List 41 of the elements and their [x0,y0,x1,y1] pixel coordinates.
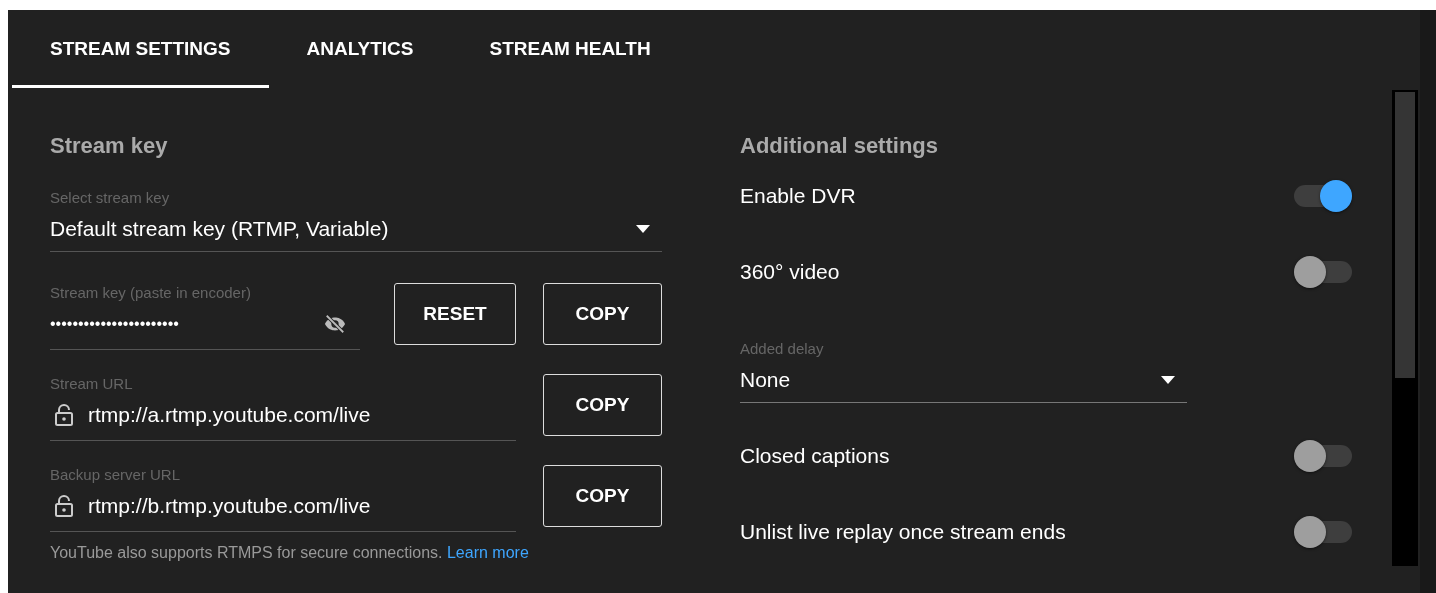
toggle-switch[interactable] [1294,516,1352,549]
dropdown[interactable]: Added delay None [740,339,1187,403]
setting-label: 360° video [740,259,840,284]
field-label: Backup server URL [50,466,181,484]
copy-button[interactable]: COPY [543,374,662,436]
setting-label: Enable DVR [740,183,856,208]
dropdown-label: Select stream key [50,189,170,207]
copy-button[interactable]: COPY [543,283,662,345]
text-field[interactable]: Stream URL rtmp://a.rtmp.youtube.com/live [50,374,516,441]
lock-icon [54,495,74,517]
section-heading: Additional settings [740,134,939,158]
tab[interactable]: ANALYTICS [268,10,452,88]
scrollbar[interactable] [1392,90,1418,566]
toggle-switch[interactable] [1294,440,1352,473]
text-field[interactable]: Backup server URL rtmp://b.rtmp.youtube.com/live [50,465,516,532]
field-label: Stream key (paste in encoder) [50,284,251,302]
learn-more-link[interactable]: Learn more [446,544,529,561]
field-label: Stream URL [50,375,133,393]
copy-button[interactable]: COPY [543,465,662,527]
caret-icon [636,225,650,233]
reset-button[interactable]: RESET [394,283,516,345]
lock-icon [54,404,74,426]
section-heading: Stream key [50,134,169,158]
help-text: YouTube also supports RTMPS for secure connections. Learn more [50,544,530,562]
eye-slash-icon [324,313,346,335]
caret-icon [1161,375,1175,384]
field-value: rtmp://a.rtmp.youtube.com/live [88,403,371,427]
dropdown-label: Added delay [740,339,824,358]
scrollbar-thumb[interactable] [1395,92,1415,378]
toggle-switch[interactable] [1294,179,1352,212]
tab[interactable]: STREAM SETTINGS [12,10,269,88]
toggle-switch[interactable] [1294,255,1352,288]
text-field[interactable]: Stream key (paste in encoder) ••••••••••••••••••••••• [50,283,360,350]
setting-label: Closed captions [740,444,890,469]
setting-label: Unlist live replay once stream ends [740,520,1066,545]
field-value: rtmp://b.rtmp.youtube.com/live [88,494,371,518]
field-value: ••••••••••••••••••••••• [50,315,180,333]
tab[interactable]: STREAM HEALTH [451,10,689,88]
dropdown[interactable]: Select stream key Default stream key (RTMP, Variable) [50,189,662,252]
dropdown-value: Default stream key (RTMP, Variable) [50,217,389,241]
dropdown-value: None [740,367,791,392]
